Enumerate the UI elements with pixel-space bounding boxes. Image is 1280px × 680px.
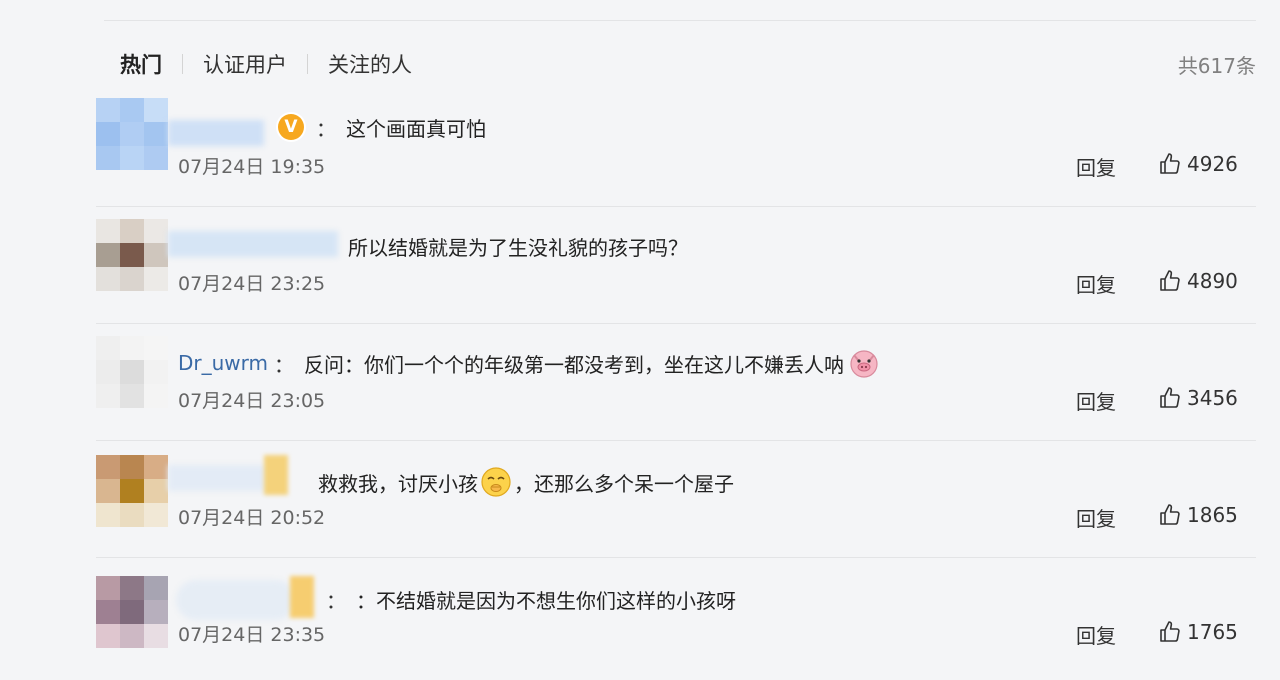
reply-button[interactable]: 回复 <box>1076 503 1116 532</box>
like-count: 1865 <box>1187 503 1238 527</box>
comment-text: 这个画面真可怕 <box>346 116 486 141</box>
comment-time: 07月24日 23:25 <box>178 273 326 295</box>
comment-time: 07月24日 20:52 <box>178 507 326 529</box>
username-link[interactable]: Dr_uwrm <box>178 351 268 375</box>
tab-verified-users[interactable]: 认证用户 <box>203 49 287 79</box>
tab-following[interactable]: 关注的人 <box>328 49 412 79</box>
comment-time: 07月24日 23:05 <box>178 390 326 412</box>
avatar[interactable] <box>96 455 168 527</box>
like-count: 3456 <box>1187 386 1238 410</box>
thumbs-up-icon <box>1160 504 1180 525</box>
username-blur-accent <box>290 576 314 618</box>
username-blurred <box>168 120 264 146</box>
avatar[interactable] <box>96 219 168 291</box>
reply-button[interactable]: 回复 <box>1076 269 1116 298</box>
comment-item: V ： 这个画面真可怕 07月24日 19:35 回复 4926 <box>96 90 1256 207</box>
reply-button[interactable]: 回复 <box>1076 386 1116 415</box>
tab-hot[interactable]: 热门 <box>120 49 162 79</box>
comment-item: 所以结婚就是为了生没礼貌的孩子吗？ 07月24日 23:25 回复 4890 <box>96 207 1256 324</box>
comment-line: ： ：不结婚就是因为不想生你们这样的小孩呀 <box>320 584 736 614</box>
comment-colon: ： <box>274 352 295 377</box>
comment-line: 救救我，讨厌小孩 ，还那么多个呆一个屋子 <box>318 467 734 497</box>
tab-separator <box>307 54 308 74</box>
comment-line: V ： 这个画面真可怕 <box>278 112 486 142</box>
comment-time: 07月24日 19:35 <box>178 156 326 178</box>
comment-text-part2: ，还那么多个呆一个屋子 <box>514 471 734 496</box>
reply-button[interactable]: 回复 <box>1076 620 1116 649</box>
comment-line: Dr_uwrm ： 反问：你们一个个的年级第一都没考到，坐在这儿不嫌丢人呐 <box>178 348 880 378</box>
username-blurred <box>168 231 338 257</box>
comment-item: ： ：不结婚就是因为不想生你们这样的小孩呀 07月24日 23:35 回复 17… <box>96 558 1256 675</box>
comment-line: 所以结婚就是为了生没礼貌的孩子吗？ <box>348 231 688 261</box>
like-button[interactable]: 1765 <box>1158 620 1238 644</box>
pig-emoji-icon <box>850 350 878 378</box>
shushing-face-emoji-icon <box>481 467 511 497</box>
like-button[interactable]: 4926 <box>1158 152 1238 176</box>
comment-colon: ： <box>326 588 346 613</box>
username-blurred <box>176 580 296 620</box>
thumbs-up-icon <box>1160 387 1180 408</box>
top-divider <box>104 20 1256 21</box>
username-blurred <box>168 465 268 491</box>
reply-button[interactable]: 回复 <box>1076 152 1116 181</box>
thumbs-up-icon <box>1160 270 1180 291</box>
verified-badge-icon: V <box>278 114 304 140</box>
tab-separator <box>182 54 183 74</box>
like-button[interactable]: 4890 <box>1158 269 1238 293</box>
avatar[interactable] <box>96 336 168 408</box>
thumbs-up-icon <box>1160 153 1180 174</box>
avatar[interactable] <box>96 576 168 648</box>
comment-text: ：不结婚就是因为不想生你们这样的小孩呀 <box>356 588 736 613</box>
comment-colon: ： <box>316 116 336 141</box>
like-button[interactable]: 3456 <box>1158 386 1238 410</box>
avatar[interactable] <box>96 98 168 170</box>
comment-time: 07月24日 23:35 <box>178 624 326 646</box>
comment-text-part1: 救救我，讨厌小孩 <box>318 471 478 496</box>
comment-item: Dr_uwrm ： 反问：你们一个个的年级第一都没考到，坐在这儿不嫌丢人呐 07… <box>96 324 1256 441</box>
like-count: 4926 <box>1187 152 1238 176</box>
comment-text: 所以结婚就是为了生没礼貌的孩子吗？ <box>348 235 688 260</box>
comment-item: 救救我，讨厌小孩 ，还那么多个呆一个屋子 07月24日 20:52 回复 186… <box>96 441 1256 558</box>
comment-total-count: 共617条 <box>1177 54 1256 78</box>
comment-text: 反问：你们一个个的年级第一都没考到，坐在这儿不嫌丢人呐 <box>304 352 845 377</box>
like-count: 4890 <box>1187 269 1238 293</box>
comment-filter-tabs: 热门 认证用户 关注的人 <box>120 48 412 80</box>
thumbs-up-icon <box>1160 621 1180 642</box>
like-button[interactable]: 1865 <box>1158 503 1238 527</box>
like-count: 1765 <box>1187 620 1238 644</box>
username-blur-accent <box>264 455 288 495</box>
